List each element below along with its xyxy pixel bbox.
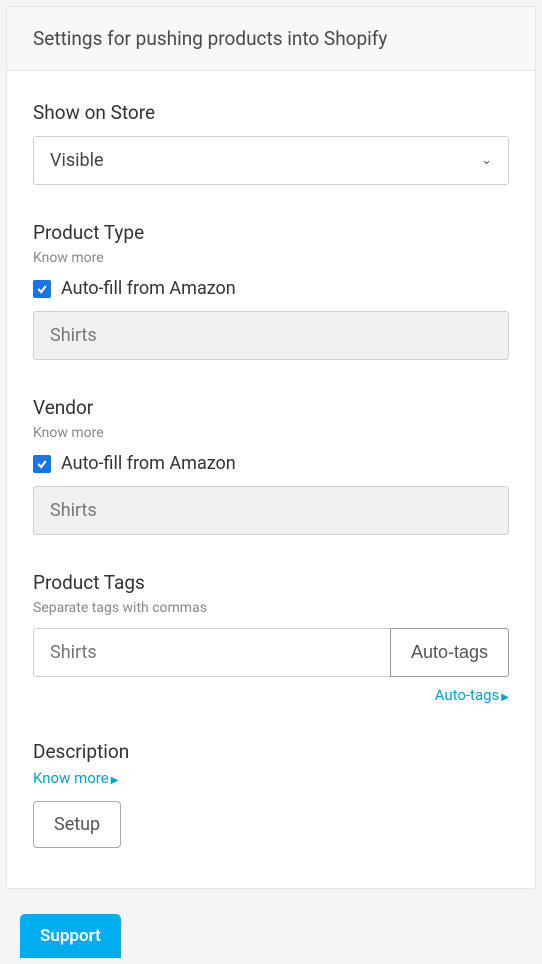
- product-type-autofill-row: Auto-fill from Amazon: [33, 278, 509, 299]
- vendor-autofill-label: Auto-fill from Amazon: [61, 453, 236, 474]
- description-know-more-link[interactable]: Know more▶: [33, 769, 509, 787]
- product-type-group: Product Type Know more Auto-fill from Am…: [33, 221, 509, 360]
- product-type-autofill-checkbox[interactable]: [33, 280, 51, 298]
- product-type-label: Product Type: [33, 221, 509, 244]
- vendor-hint[interactable]: Know more: [33, 425, 509, 441]
- product-tags-input[interactable]: [33, 628, 390, 677]
- vendor-autofill-row: Auto-fill from Amazon: [33, 453, 509, 474]
- panel-title: Settings for pushing products into Shopi…: [33, 27, 509, 50]
- product-tags-input-row: Auto-tags: [33, 628, 509, 677]
- product-tags-label: Product Tags: [33, 571, 509, 594]
- show-on-store-group: Show on Store Visible ⌄: [33, 101, 509, 185]
- description-label: Description: [33, 740, 509, 763]
- description-group: Description Know more▶ Setup: [33, 740, 509, 848]
- caret-right-icon: ▶: [501, 692, 509, 703]
- vendor-group: Vendor Know more Auto-fill from Amazon: [33, 396, 509, 535]
- auto-tags-link[interactable]: Auto-tags▶: [435, 686, 509, 704]
- vendor-label: Vendor: [33, 396, 509, 419]
- panel-header: Settings for pushing products into Shopi…: [7, 7, 535, 71]
- caret-right-icon: ▶: [111, 775, 119, 786]
- check-icon: [36, 283, 48, 295]
- product-type-autofill-label: Auto-fill from Amazon: [61, 278, 236, 299]
- support-button[interactable]: Support: [20, 914, 121, 958]
- show-on-store-label: Show on Store: [33, 101, 509, 124]
- chevron-down-icon: ⌄: [481, 153, 492, 168]
- settings-panel: Settings for pushing products into Shopi…: [6, 6, 536, 889]
- product-type-input: [33, 311, 509, 360]
- auto-tags-link-row: Auto-tags▶: [33, 685, 509, 704]
- panel-body: Show on Store Visible ⌄ Product Type Kno…: [7, 71, 535, 888]
- product-type-hint[interactable]: Know more: [33, 250, 509, 266]
- show-on-store-select[interactable]: Visible ⌄: [33, 136, 509, 185]
- vendor-input: [33, 486, 509, 535]
- setup-button[interactable]: Setup: [33, 801, 121, 848]
- product-tags-hint: Separate tags with commas: [33, 600, 509, 616]
- product-tags-group: Product Tags Separate tags with commas A…: [33, 571, 509, 704]
- vendor-autofill-checkbox[interactable]: [33, 455, 51, 473]
- show-on-store-value: Visible: [50, 150, 104, 171]
- check-icon: [36, 458, 48, 470]
- auto-tags-button[interactable]: Auto-tags: [390, 628, 509, 677]
